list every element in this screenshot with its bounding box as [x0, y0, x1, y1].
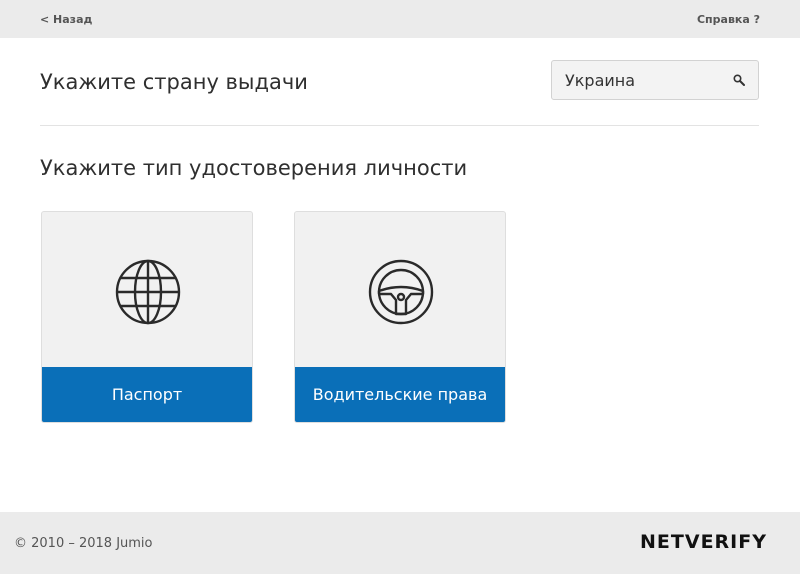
steering-wheel-icon — [368, 259, 434, 325]
globe-icon — [115, 259, 181, 325]
document-type-title: Укажите тип удостоверения личности — [40, 156, 468, 180]
top-bar: < Назад Справка ? — [0, 0, 800, 38]
netverify-logo: NETVERIFY — [640, 531, 767, 553]
divider — [40, 125, 759, 126]
back-link[interactable]: < Назад — [40, 13, 92, 26]
passport-option[interactable]: Паспорт — [41, 211, 253, 423]
drivers-license-label: Водительские права — [295, 367, 505, 422]
drivers-license-option[interactable]: Водительские права — [294, 211, 506, 423]
search-icon — [733, 74, 745, 86]
country-title: Укажите страну выдачи — [40, 70, 308, 94]
copyright: © 2010 – 2018 Jumio — [14, 536, 153, 551]
help-link[interactable]: Справка ? — [697, 13, 760, 26]
footer: © 2010 – 2018 Jumio NETVERIFY — [0, 512, 800, 574]
passport-label: Паспорт — [42, 367, 252, 422]
country-value: Украина — [565, 71, 636, 90]
country-select[interactable]: Украина — [551, 60, 759, 100]
